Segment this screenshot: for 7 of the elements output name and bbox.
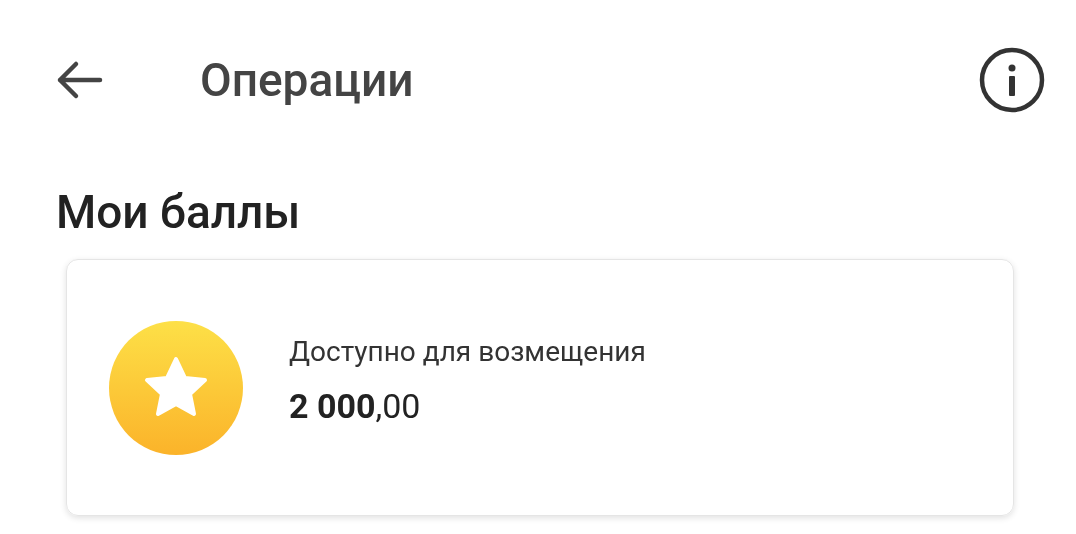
section-title: Мои баллы (56, 184, 302, 240)
available-label: Доступно для возмещения (289, 333, 646, 370)
info-button[interactable] (978, 46, 1046, 114)
info-icon (979, 47, 1045, 113)
star-coin-icon (109, 320, 243, 455)
points-amount: 2 000,00 (289, 384, 422, 428)
screen-title: Операции (200, 51, 414, 109)
